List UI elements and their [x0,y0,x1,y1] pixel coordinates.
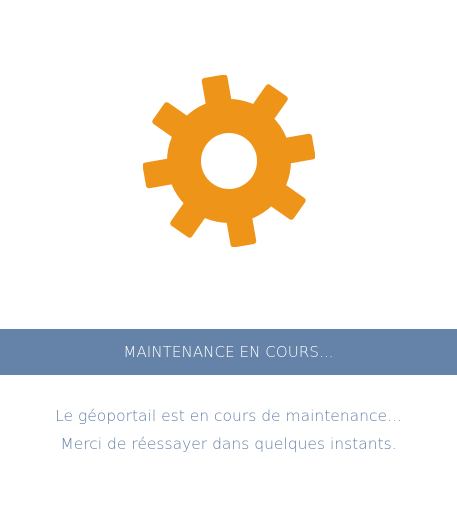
gear-icon [143,75,315,247]
message-line-2: Merci de réessayer dans quelques instant… [60,435,397,453]
maintenance-message: Le géoportail est en cours de maintenanc… [0,402,457,458]
message-line-1: Le géoportail est en cours de maintenanc… [55,407,402,425]
gear-shape [143,75,315,247]
gear-hole [201,133,257,189]
maintenance-banner: MAINTENANCE EN COURS... [0,329,457,375]
banner-title: MAINTENANCE EN COURS... [123,343,334,361]
